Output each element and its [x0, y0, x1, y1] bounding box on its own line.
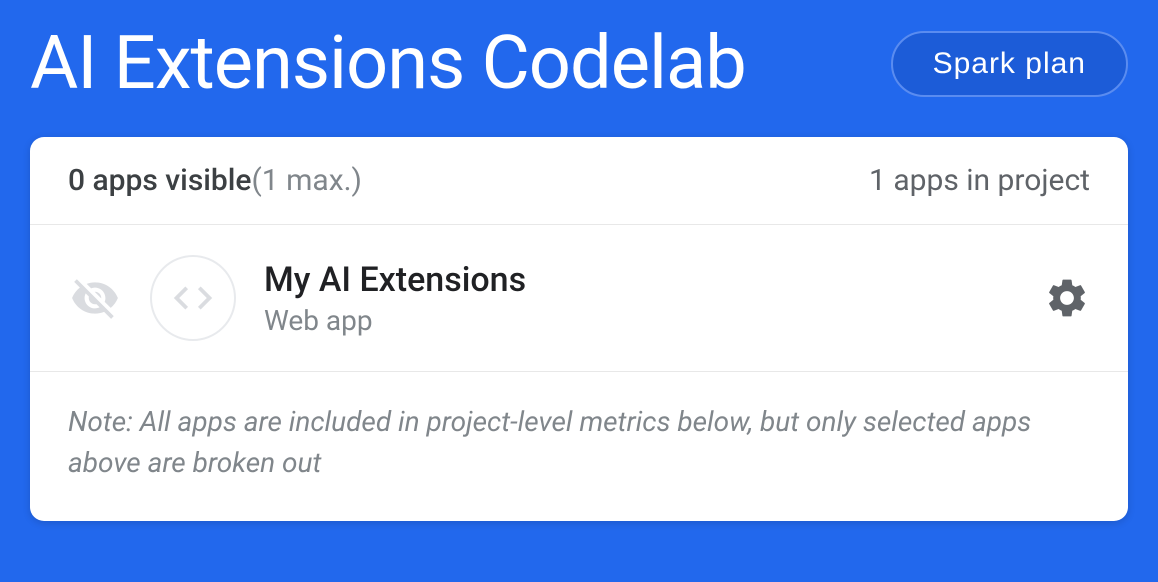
note-text: Note: All apps are included in project-l…	[30, 372, 1128, 521]
card-header: 0 apps visible(1 max.) 1 apps in project	[30, 137, 1128, 225]
app-row[interactable]: My AI Extensions Web app	[30, 225, 1128, 372]
page-header: AI Extensions Codelab Spark plan	[0, 0, 1158, 137]
apps-in-project-label: 1 apps in project	[869, 163, 1090, 198]
app-name: My AI Extensions	[264, 260, 1044, 300]
project-title: AI Extensions Codelab	[30, 20, 746, 107]
app-type: Web app	[264, 304, 1044, 337]
code-icon	[150, 255, 236, 341]
gear-icon[interactable]	[1044, 275, 1090, 321]
visibility-off-icon[interactable]	[68, 271, 122, 325]
apps-visible-count: 0 apps visible	[68, 163, 252, 198]
apps-visible-label: 0 apps visible(1 max.)	[68, 163, 362, 198]
apps-visible-max: (1 max.)	[252, 163, 362, 198]
app-info: My AI Extensions Web app	[264, 260, 1044, 337]
apps-card: 0 apps visible(1 max.) 1 apps in project…	[30, 137, 1128, 521]
plan-button[interactable]: Spark plan	[891, 31, 1128, 97]
